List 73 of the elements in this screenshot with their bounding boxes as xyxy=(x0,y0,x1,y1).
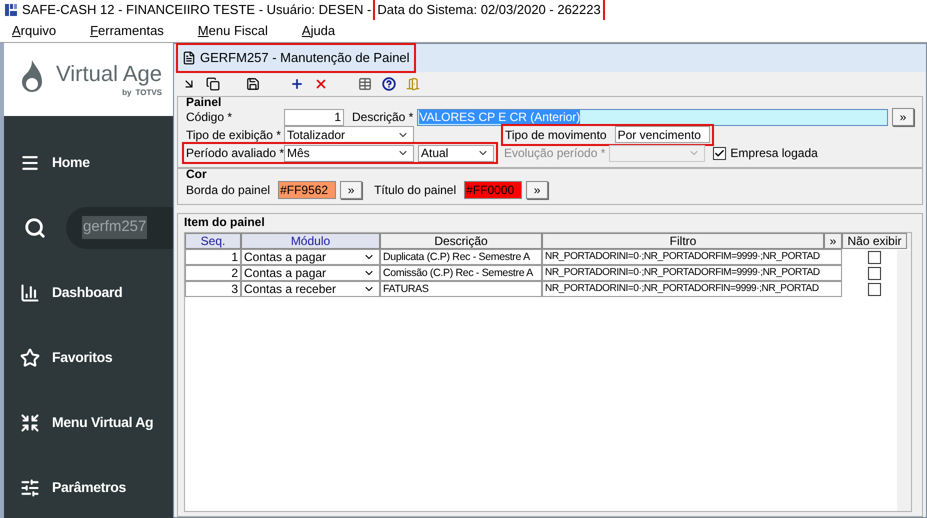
group-legend: Painel xyxy=(186,96,914,108)
logo-tagline: by xyxy=(122,87,132,100)
help-icon[interactable] xyxy=(382,77,396,91)
column-header[interactable]: » xyxy=(824,233,842,249)
nav-item[interactable]: Dashboard xyxy=(4,260,173,325)
more-button[interactable]: » xyxy=(892,108,914,126)
sliders-icon xyxy=(20,478,40,498)
menu-item[interactable]: Ajuda xyxy=(302,21,336,41)
table-cell: 1 xyxy=(185,249,241,265)
scrollbar[interactable] xyxy=(897,250,911,511)
checkbox[interactable] xyxy=(868,250,881,264)
group-legend: Item do painel xyxy=(184,216,916,228)
copy-icon[interactable] xyxy=(206,77,220,91)
movement-type-dropdown[interactable]: Por vencimento xyxy=(614,126,710,143)
checkbox[interactable] xyxy=(868,266,881,280)
checkbox[interactable] xyxy=(713,146,726,160)
logo-brand: TOTVS xyxy=(135,87,162,100)
code-field[interactable]: 1 xyxy=(284,108,344,126)
table-cell: FATURAS xyxy=(380,281,542,297)
add-icon[interactable] xyxy=(290,77,304,91)
nav-item[interactable]: Parâmetros xyxy=(4,455,173,518)
more-button[interactable]: » xyxy=(526,181,548,199)
checkbox-label: Empresa logada xyxy=(730,145,818,162)
nav-item[interactable]: Home xyxy=(4,130,173,195)
table-cell: 3 xyxy=(185,281,241,297)
delete-icon[interactable] xyxy=(314,77,328,91)
column-header[interactable]: Descrição xyxy=(380,233,542,249)
field-label: Código * xyxy=(186,109,234,126)
table-cell: NR_PORTADORINI=0·;NR_PORTADORFIN=9999·;NR_PORTAD xyxy=(542,281,842,297)
period-dropdown[interactable]: Mês xyxy=(284,144,414,162)
star-icon xyxy=(20,348,40,368)
module-dropdown[interactable]: Contas a pagar xyxy=(241,265,380,281)
field-label: Descrição * xyxy=(352,109,414,126)
table-cell: 2 xyxy=(185,265,241,281)
display-type-dropdown[interactable]: Totalizador xyxy=(284,126,414,143)
search-icon xyxy=(24,216,46,238)
group-legend: Cor xyxy=(186,168,914,180)
checkbox[interactable] xyxy=(868,282,881,296)
document-icon xyxy=(182,51,196,65)
exit-icon[interactable] xyxy=(406,77,420,91)
arrows-inward-icon xyxy=(20,412,40,432)
table-cell: NR_PORTADORINI=0·;NR_PORTADORFIM=9999·;NR_PORTAD xyxy=(542,265,842,281)
system-date: Data do Sistema: 02/03/2020 - 262223 xyxy=(375,0,603,20)
column-header[interactable]: Módulo xyxy=(241,233,380,249)
table-cell: NR_PORTADORINI=0·;NR_PORTADORFIM=9999·;NR_PORTAD xyxy=(542,249,842,265)
field-label: Título do painel xyxy=(374,182,456,199)
color-field[interactable]: #FF0000 xyxy=(464,181,522,199)
field-label: Tipo de exibição * xyxy=(186,126,280,144)
app-title: SAFE-CASH 12 - FINANCEIIRO TESTE - Usuário: DESEN - xyxy=(22,1,372,20)
field-label: Tipo de movimento xyxy=(505,126,607,144)
menu-item[interactable]: Ferramentas xyxy=(90,21,164,41)
color-field[interactable]: #FF9562 xyxy=(278,181,336,199)
more-button[interactable]: » xyxy=(340,181,362,199)
save-icon[interactable] xyxy=(246,77,260,91)
logo-name: Virtual Age xyxy=(56,60,162,88)
field-label: Evolução período * xyxy=(504,145,606,162)
module-dropdown[interactable]: Contas a pagar xyxy=(241,249,380,265)
app-icon xyxy=(4,3,18,17)
menu-item[interactable]: Menu Fiscal xyxy=(198,21,268,41)
bar-chart-icon xyxy=(20,282,40,302)
module-dropdown[interactable]: Contas a receber xyxy=(241,281,380,297)
column-header[interactable]: Seq. xyxy=(185,233,241,249)
column-header[interactable]: Filtro xyxy=(542,233,824,249)
table-cell: Duplicata (C.P) Rec - Semestre A xyxy=(380,249,542,265)
table-cell: Comissão (C.P) Rec - Semestre A xyxy=(380,265,542,281)
menu-item[interactable]: Arquivo xyxy=(12,21,56,41)
nav-item[interactable]: Menu Virtual Ag xyxy=(4,390,173,455)
nav-item[interactable]: Favoritos xyxy=(4,325,173,390)
period-position-dropdown[interactable]: Atual xyxy=(418,144,494,162)
window-title: GERFM257 - Manutenção de Painel xyxy=(200,49,410,68)
field-label: Borda do painel xyxy=(186,182,270,199)
column-header[interactable]: Não exibir xyxy=(842,233,907,249)
grid-icon[interactable] xyxy=(358,77,372,91)
